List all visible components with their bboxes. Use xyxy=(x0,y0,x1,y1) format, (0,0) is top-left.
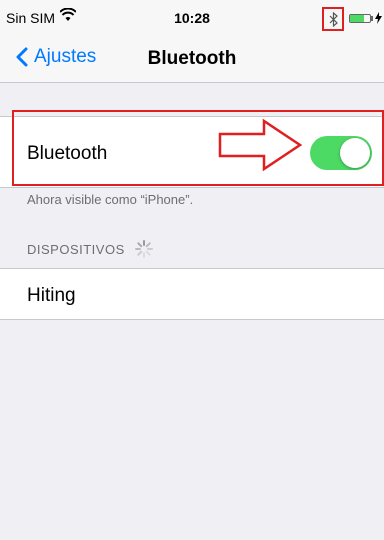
battery-tip xyxy=(371,16,373,21)
navigation-bar: Ajustes Bluetooth xyxy=(0,36,384,83)
loading-spinner-icon xyxy=(134,240,153,258)
annotation-arrow-icon xyxy=(218,118,303,172)
page-title: Bluetooth xyxy=(147,48,237,69)
status-bar: Sin SIM 10:28 xyxy=(0,0,384,36)
devices-section-header: DISPOSITIVOS xyxy=(27,240,153,258)
battery-fill xyxy=(350,15,364,22)
devices-header-label: DISPOSITIVOS xyxy=(27,241,125,257)
bluetooth-switch[interactable] xyxy=(310,136,372,170)
battery-icon xyxy=(349,14,371,23)
list-item[interactable]: Hiting xyxy=(0,268,384,320)
charging-icon xyxy=(375,11,382,27)
visibility-note: Ahora visible como “iPhone”. xyxy=(27,192,194,207)
device-name: Hiting xyxy=(27,285,76,306)
bluetooth-status-highlight xyxy=(322,7,344,31)
bluetooth-icon xyxy=(329,12,338,27)
switch-knob xyxy=(340,138,370,168)
